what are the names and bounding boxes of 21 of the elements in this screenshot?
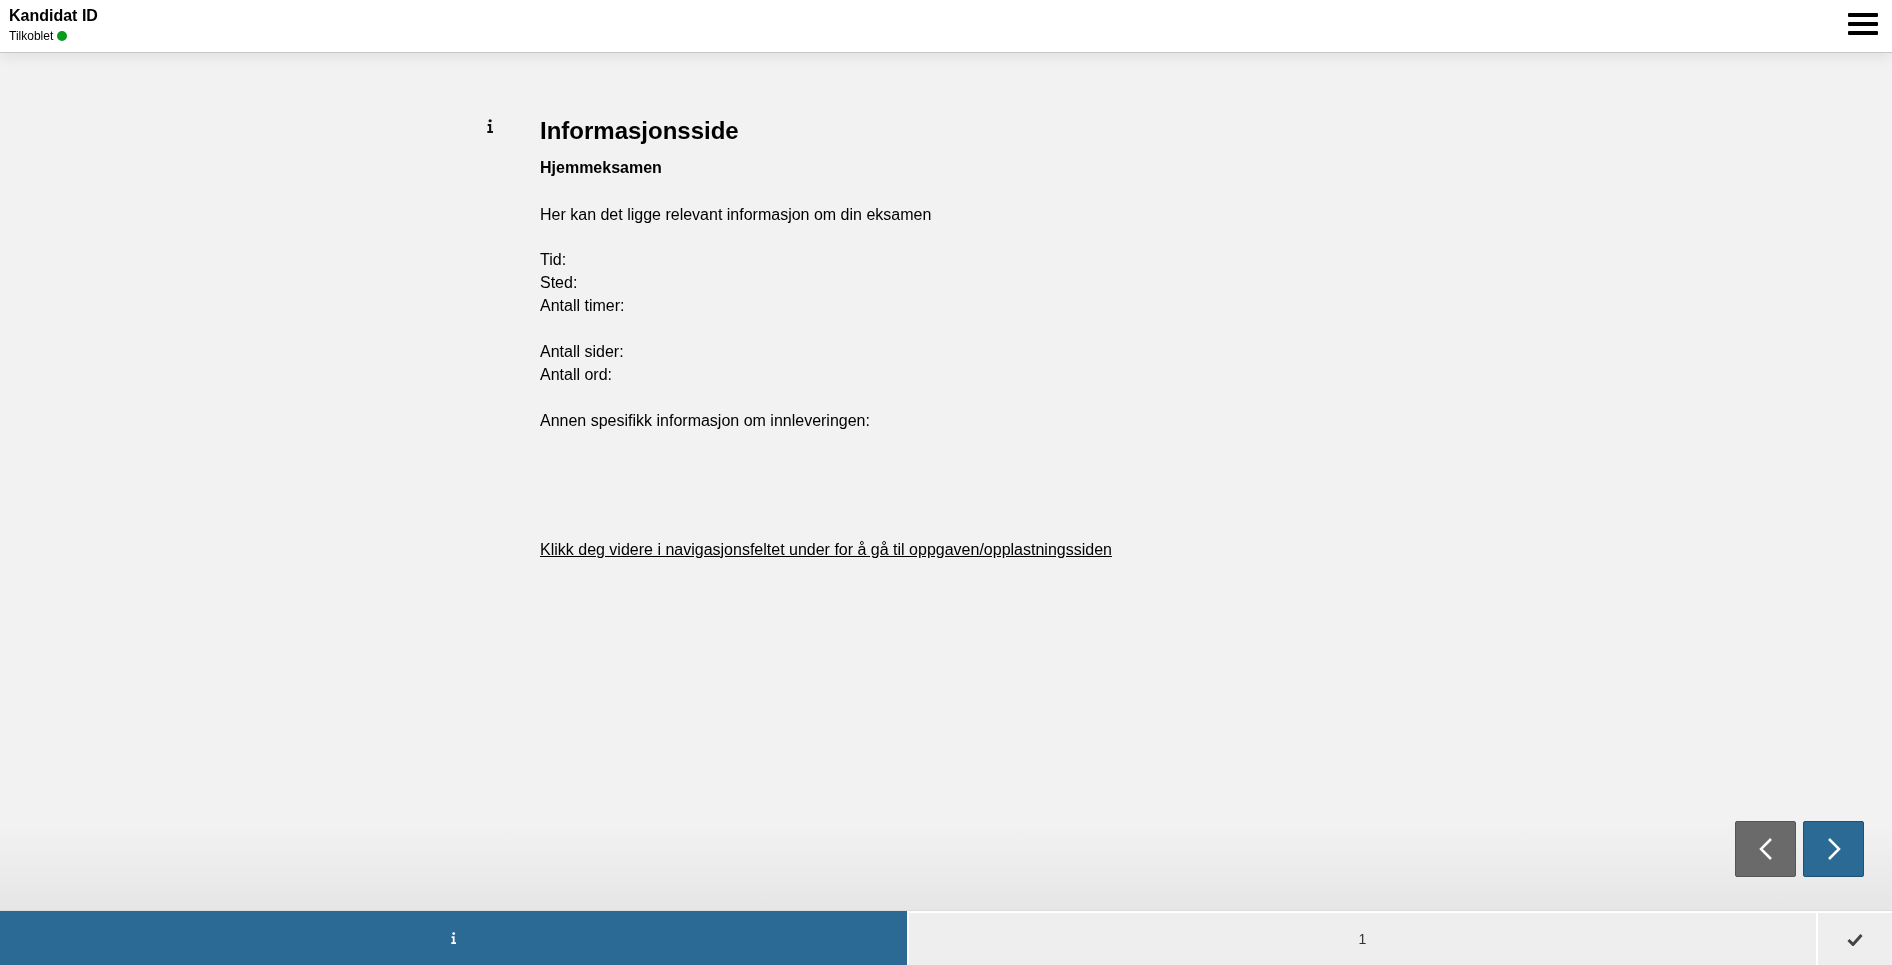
- navigation-link[interactable]: Klikk deg videre i navigasjonsfeltet under for å gå til oppgaven/opplastningssiden: [540, 541, 1112, 559]
- next-button[interactable]: [1803, 821, 1864, 877]
- connection-status: Tilkoblet: [9, 29, 54, 43]
- page-tab[interactable]: 1: [909, 913, 1816, 965]
- info-icon: [450, 932, 457, 944]
- info-label: Sted:: [540, 273, 579, 293]
- menu-button[interactable]: [1848, 12, 1878, 36]
- info-label: Annen spesifikk informasjon om innleveringen:: [540, 411, 870, 431]
- menu-icon: [1848, 12, 1878, 36]
- page-heading: Informasjonsside: [540, 117, 739, 145]
- info-label: Antall ord:: [540, 365, 614, 385]
- info-label: Tid:: [540, 250, 568, 270]
- section-heading: Hjemmeksamen: [540, 159, 662, 177]
- chevron-left-icon: [1758, 837, 1773, 861]
- info-label: Antall timer:: [540, 296, 625, 316]
- info-label: Antall sider:: [540, 342, 624, 362]
- info-icon: [487, 119, 494, 133]
- chevron-right-icon: [1826, 837, 1841, 861]
- intro-text: Her kan det ligge relevant informasjon om din eksamen: [540, 205, 932, 225]
- checkmark-icon: [1847, 932, 1863, 946]
- app-title: Kandidat ID: [9, 7, 98, 25]
